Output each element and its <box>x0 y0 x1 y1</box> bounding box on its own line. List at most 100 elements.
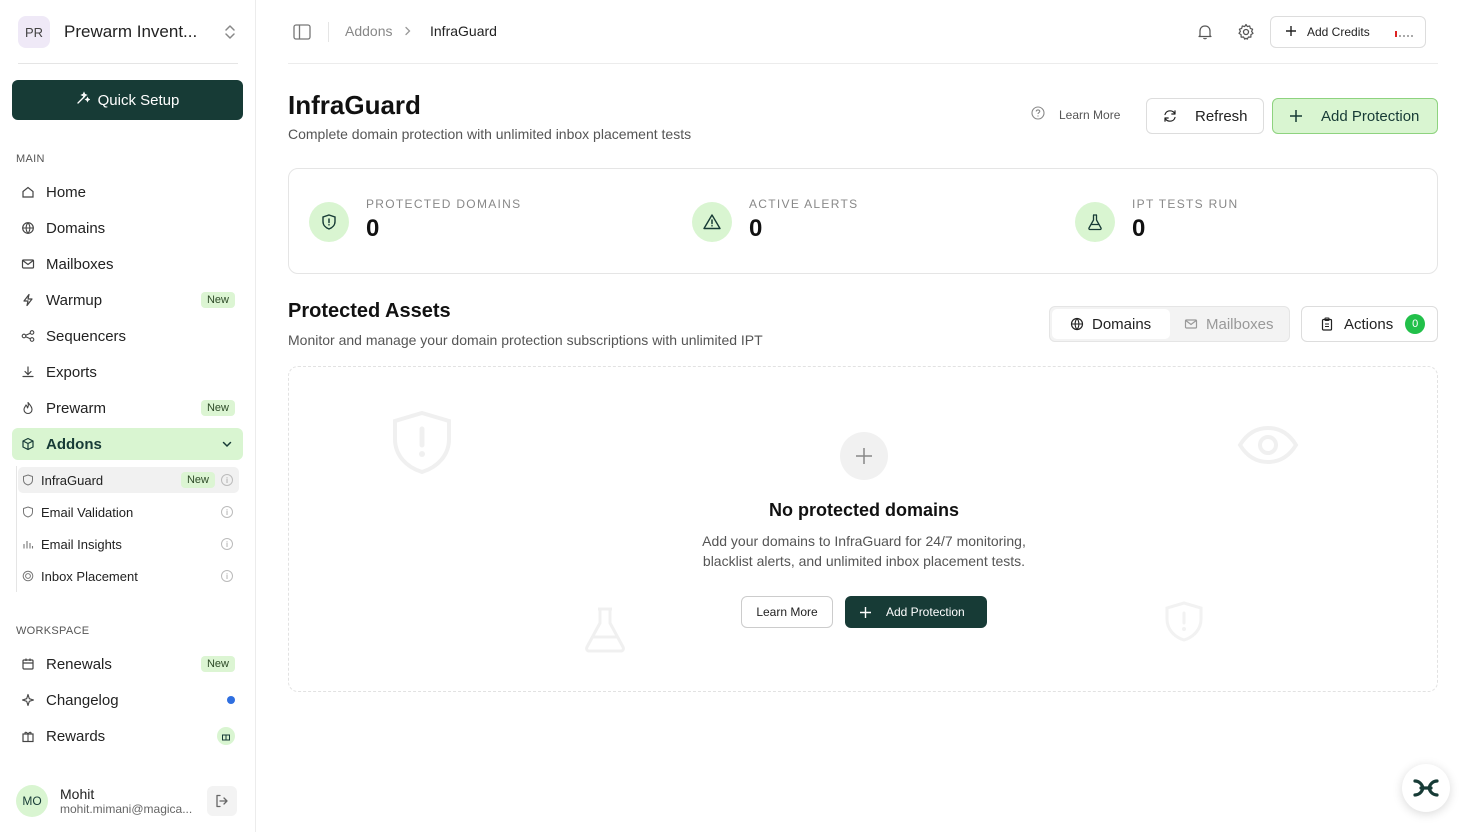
sidebar-item-changelog[interactable]: Changelog <box>12 684 243 716</box>
bolt-icon <box>20 292 36 308</box>
info-icon[interactable]: i <box>221 474 233 486</box>
logout-icon <box>216 794 228 808</box>
sidebar-item-label: Prewarm <box>46 399 107 417</box>
bell-icon[interactable] <box>1195 22 1215 42</box>
sidebar-subitem-label: Email Validation <box>41 504 134 520</box>
add-protection-button[interactable]: Add Protection <box>845 596 987 628</box>
quick-setup-button[interactable]: Quick Setup <box>12 80 243 120</box>
plus-icon <box>1285 25 1297 40</box>
empty-title: No protected domains <box>768 500 960 520</box>
breadcrumb-addons[interactable]: Addons <box>345 23 392 39</box>
empty-description-line: Add your domains to InfraGuard for 24/7 … <box>702 533 1026 549</box>
calendar-icon <box>20 656 36 672</box>
chevron-down-icon <box>221 438 233 450</box>
plus-icon <box>1289 109 1303 123</box>
sidebar-subitem-email-validation[interactable]: Email Validation i <box>18 499 239 525</box>
refresh-button[interactable]: Refresh <box>1146 98 1264 134</box>
workspace-name: Prewarm Invent... <box>64 22 198 41</box>
sidebar-item-label: Renewals <box>46 655 112 673</box>
sidebar-item-rewards[interactable]: Rewards <box>12 720 243 752</box>
sparkle-icon <box>20 692 36 708</box>
add-credits-button[interactable]: Add Credits <box>1270 16 1426 48</box>
section-title: Protected Assets <box>288 300 451 322</box>
alert-triangle-icon <box>692 202 732 242</box>
actions-button[interactable]: Actions 0 <box>1301 306 1438 342</box>
sidebar-item-addons[interactable]: Addons <box>12 428 243 460</box>
add-placeholder-icon <box>840 432 888 480</box>
submenu-rail <box>16 466 17 592</box>
sequencer-icon <box>20 328 36 344</box>
sidebar-item-label: Sequencers <box>46 327 127 345</box>
stat-label: ACTIVE ALERTS <box>749 197 859 211</box>
section-label-main: MAIN <box>16 153 45 165</box>
user-profile[interactable]: MO Mohit mohit.mimani@magica... <box>0 770 255 832</box>
new-badge: New <box>200 400 235 416</box>
learn-more-label: Learn More <box>1059 107 1121 122</box>
sidebar-toggle-icon[interactable] <box>292 22 312 42</box>
quick-setup-label: Quick Setup <box>97 91 180 109</box>
sidebar-subitem-label: Inbox Placement <box>41 568 138 584</box>
sidebar-item-prewarm[interactable]: Prewarm New <box>12 392 243 424</box>
avatar: MO <box>16 785 48 817</box>
info-icon[interactable]: i <box>221 538 233 550</box>
gift-icon <box>217 727 235 745</box>
page-title: InfraGuard <box>288 90 421 120</box>
credits-meter <box>1395 27 1413 37</box>
sidebar-item-sequencers[interactable]: Sequencers <box>12 320 243 352</box>
sidebar-item-label: Home <box>46 183 87 201</box>
stat-value: 0 <box>749 215 763 242</box>
shield-alert-icon <box>393 410 451 475</box>
info-icon[interactable]: i <box>221 506 233 518</box>
refresh-label: Refresh <box>1195 107 1248 125</box>
actions-label: Actions <box>1344 315 1394 333</box>
flame-icon <box>20 400 36 416</box>
sidebar-item-mailboxes[interactable]: Mailboxes <box>12 248 243 280</box>
support-chat-button[interactable] <box>1402 764 1450 812</box>
plus-icon <box>859 606 872 619</box>
sidebar-item-exports[interactable]: Exports <box>12 356 243 388</box>
shield-check-icon <box>22 506 34 518</box>
sidebar-subitem-inbox-placement[interactable]: Inbox Placement i <box>18 563 239 589</box>
home-icon <box>20 184 36 200</box>
actions-count-badge: 0 <box>1405 314 1426 334</box>
download-icon <box>20 364 36 380</box>
logout-button[interactable] <box>207 786 237 816</box>
sidebar-item-label: Rewards <box>46 727 106 745</box>
help-circle-icon <box>1031 106 1045 123</box>
add-credits-label: Add Credits <box>1307 25 1370 39</box>
breadcrumb-infraguard: InfraGuard <box>430 23 497 39</box>
section-label-workspace: WORKSPACE <box>16 625 90 637</box>
tab-label: Domains <box>1092 315 1152 333</box>
unread-dot <box>227 696 235 704</box>
workspace-avatar: PR <box>18 16 50 48</box>
mail-icon <box>1184 317 1198 331</box>
sidebar-item-home[interactable]: Home <box>12 176 243 208</box>
sidebar-subitem-label: InfraGuard <box>41 472 104 488</box>
sidebar-item-warmup[interactable]: Warmup New <box>12 284 243 316</box>
sidebar-item-domains[interactable]: Domains <box>12 212 243 244</box>
info-icon[interactable]: i <box>221 570 233 582</box>
sidebar-item-label: Changelog <box>46 691 119 709</box>
tab-domains[interactable]: Domains <box>1052 309 1170 339</box>
gear-icon[interactable] <box>1236 22 1256 42</box>
sidebar-subitem-email-insights[interactable]: Email Insights i <box>18 531 239 557</box>
tab-mailboxes[interactable]: Mailboxes <box>1172 309 1288 339</box>
globe-icon <box>1070 317 1084 331</box>
magic-wand-icon <box>76 91 91 109</box>
shield-icon <box>309 202 349 242</box>
learn-more-link[interactable]: Learn More <box>1031 106 1120 123</box>
sidebar-item-renewals[interactable]: Renewals New <box>12 648 243 680</box>
sidebar-subitem-infraguard[interactable]: InfraGuard New i <box>18 467 239 493</box>
divider <box>328 22 329 42</box>
user-email: mohit.mimani@magica... <box>60 802 193 816</box>
shield-alert-icon <box>1165 601 1203 642</box>
learn-more-button[interactable]: Learn More <box>741 596 833 628</box>
new-badge: New <box>200 656 235 672</box>
refresh-icon <box>1163 109 1177 123</box>
sidebar-item-label: Mailboxes <box>46 255 114 273</box>
add-protection-button[interactable]: Add Protection <box>1272 98 1438 134</box>
add-protection-label: Add Protection <box>886 605 965 619</box>
page-subtitle: Complete domain protection with unlimite… <box>288 126 692 142</box>
new-badge: New <box>200 292 235 308</box>
workspace-switcher[interactable]: PR Prewarm Invent... <box>12 14 240 50</box>
